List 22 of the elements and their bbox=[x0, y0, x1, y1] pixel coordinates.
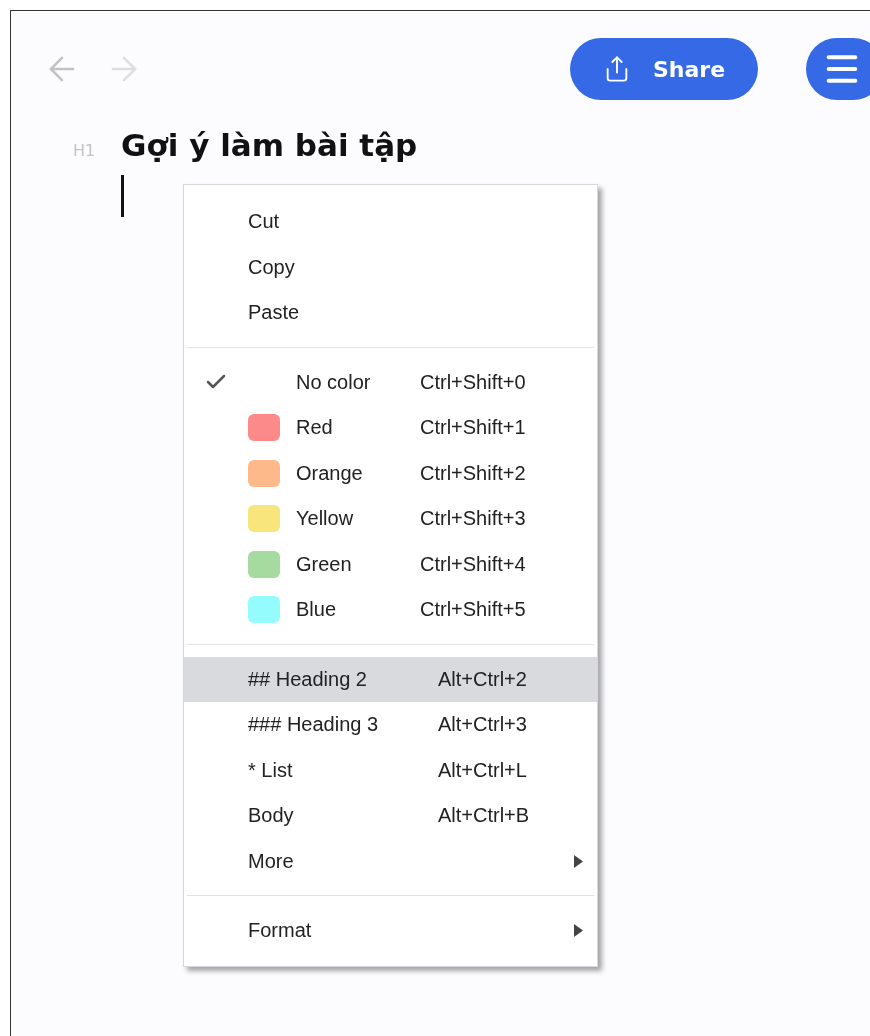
text-cursor bbox=[121, 175, 124, 217]
menu-item[interactable]: * List Alt+Ctrl+L bbox=[184, 747, 597, 793]
heading-level-label: H1 bbox=[73, 141, 97, 160]
share-button[interactable]: Share bbox=[570, 38, 758, 100]
menu-item[interactable]: Yellow Ctrl+Shift+3 bbox=[184, 496, 597, 542]
submenu-arrow-icon bbox=[574, 854, 583, 868]
menu-item[interactable]: Green Ctrl+Shift+4 bbox=[184, 541, 597, 587]
menu-item[interactable]: Blue Ctrl+Shift+5 bbox=[184, 587, 597, 633]
menu-item[interactable]: Body Alt+Ctrl+B bbox=[184, 793, 597, 839]
menu-item[interactable]: More bbox=[184, 838, 597, 884]
menu-item[interactable]: Paste bbox=[184, 290, 597, 336]
document-title: Gợi ý làm bài tập bbox=[121, 127, 418, 163]
menu-item[interactable]: Format bbox=[184, 908, 597, 954]
menu-item[interactable]: Red Ctrl+Shift+1 bbox=[184, 405, 597, 451]
menu-item[interactable]: Orange Ctrl+Shift+2 bbox=[184, 450, 597, 496]
menu-item[interactable]: ## Heading 2 Alt+Ctrl+2 bbox=[184, 656, 597, 702]
menu-item[interactable]: ### Heading 3 Alt+Ctrl+3 bbox=[184, 702, 597, 748]
menu-button[interactable] bbox=[806, 38, 870, 100]
menu-item[interactable]: Copy bbox=[184, 244, 597, 290]
submenu-arrow-icon bbox=[574, 924, 583, 938]
menu-item[interactable]: Cut bbox=[184, 199, 597, 245]
menu-item[interactable]: No color Ctrl+Shift+0 bbox=[184, 359, 597, 405]
